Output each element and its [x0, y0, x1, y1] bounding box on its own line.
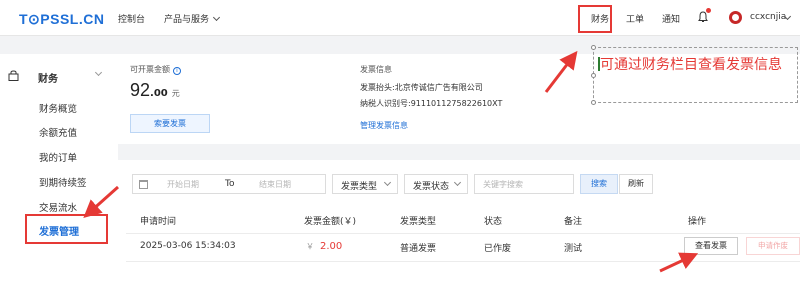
- start-date-input[interactable]: 开始日期: [167, 179, 199, 190]
- nav-notice[interactable]: 通知: [662, 12, 680, 25]
- invoice-type-select-label: 发票类型: [341, 182, 378, 192]
- amount-integer: 92: [130, 80, 151, 100]
- avatar[interactable]: [729, 11, 742, 24]
- invoice-header-text: 发票抬头:北京传诚信广告有限公司: [360, 83, 483, 92]
- invoice-type-select[interactable]: 发票类型: [332, 174, 398, 194]
- search-button[interactable]: 搜索: [580, 174, 618, 194]
- resize-handle: [591, 45, 596, 50]
- nav-products-label: 产品与服务: [164, 15, 210, 25]
- column-header-type: 发票类型: [400, 217, 437, 227]
- resize-handle: [591, 100, 596, 105]
- resize-handle: [591, 73, 596, 78]
- logo[interactable]: T⊙PSSL.CN: [19, 11, 104, 28]
- divider: [126, 261, 800, 262]
- chevron-down-icon: [94, 68, 103, 77]
- column-header-amount: 发票金额(￥): [304, 217, 357, 227]
- chevron-down-icon: [212, 13, 221, 22]
- amount-decimal: .00: [150, 88, 168, 99]
- annotation-text: 可通过财务栏目查看发票信息: [600, 57, 782, 73]
- text-cursor: [598, 57, 600, 71]
- lock-icon: [8, 70, 19, 81]
- column-header-time: 申请时间: [140, 217, 177, 227]
- sidebar-item-orders[interactable]: 我的订单: [39, 150, 77, 164]
- date-range-separator: To: [225, 179, 235, 189]
- keyword-search-input[interactable]: 关键字搜索: [474, 174, 574, 194]
- cell-type: 普通发票: [400, 244, 437, 254]
- invoiceable-amount: 92.00 元: [130, 80, 180, 101]
- column-header-status: 状态: [484, 217, 503, 227]
- sidebar-section-title: 财务: [38, 74, 58, 85]
- finance-highlight-box: [578, 5, 612, 33]
- cell-note: 测试: [564, 244, 583, 254]
- cell-time: 2025-03-06 15:34:03: [140, 241, 236, 251]
- amount-label: 可开票金额: [130, 65, 170, 74]
- username[interactable]: ccxcnjia: [750, 12, 786, 22]
- sidebar-section-finance[interactable]: 财务: [8, 68, 108, 85]
- divider: [126, 233, 800, 234]
- view-invoice-button[interactable]: 查看发票: [684, 237, 738, 255]
- column-header-actions: 操作: [688, 217, 707, 227]
- request-invoice-button[interactable]: 索要发票: [130, 114, 210, 133]
- sidebar-item-recharge[interactable]: 余额充值: [39, 125, 77, 139]
- manage-invoice-info-link[interactable]: 管理发票信息: [360, 120, 408, 131]
- nav-console[interactable]: 控制台: [118, 12, 145, 25]
- top-bar: T⊙PSSL.CN 控制台 产品与服务 财务 工单 通知 ccxcnjia: [0, 0, 800, 36]
- chevron-down-icon: [383, 178, 392, 187]
- nav-products[interactable]: 产品与服务: [164, 12, 221, 25]
- taxpayer-id-text: 纳税人识别号:911101127582261​0XT: [360, 99, 503, 108]
- cell-status: 已作废: [484, 244, 512, 254]
- amount-unit: 元: [171, 89, 180, 98]
- calendar-icon: [139, 180, 148, 189]
- sidebar-item-invoice[interactable]: 发票管理: [25, 214, 108, 244]
- sidebar-item-invoice-label: 发票管理: [39, 227, 79, 238]
- amount-label-row: 可开票金额 i: [130, 64, 181, 75]
- end-date-input[interactable]: 结束日期: [259, 179, 291, 190]
- chevron-down-icon: [453, 178, 462, 187]
- notification-dot: [706, 8, 711, 13]
- invoice-info-title: 发票信息: [360, 65, 392, 74]
- sidebar-item-overview[interactable]: 财务概览: [39, 101, 77, 115]
- sidebar: 财务 财务概览 余额充值 我的订单 到期待续签 交易流水: [0, 54, 118, 298]
- amount-value: 2.00: [320, 241, 343, 252]
- keyword-search-placeholder: 关键字搜索: [483, 180, 523, 189]
- sidebar-item-transactions[interactable]: 交易流水: [39, 200, 77, 214]
- refresh-button[interactable]: 刷新: [619, 174, 653, 194]
- currency-symbol: ￥: [306, 242, 314, 251]
- nav-ticket[interactable]: 工单: [626, 12, 644, 25]
- column-header-note: 备注: [564, 217, 583, 227]
- cell-amount: ￥ 2.00: [306, 241, 342, 252]
- info-icon[interactable]: i: [173, 67, 181, 75]
- sidebar-item-renewal[interactable]: 到期待续签: [39, 175, 87, 189]
- invoice-list-card: 开始日期 To 结束日期 发票类型 发票状态 关键字搜索 搜索 刷新 申请时间 …: [118, 160, 800, 298]
- annotation-textbox: 可通过财务栏目查看发票信息: [591, 45, 798, 105]
- invoice-status-select-label: 发票状态: [413, 182, 450, 192]
- date-range-picker[interactable]: 开始日期 To 结束日期: [132, 174, 326, 194]
- request-void-button: 申请作废: [746, 237, 800, 255]
- invoice-status-select[interactable]: 发票状态: [404, 174, 468, 194]
